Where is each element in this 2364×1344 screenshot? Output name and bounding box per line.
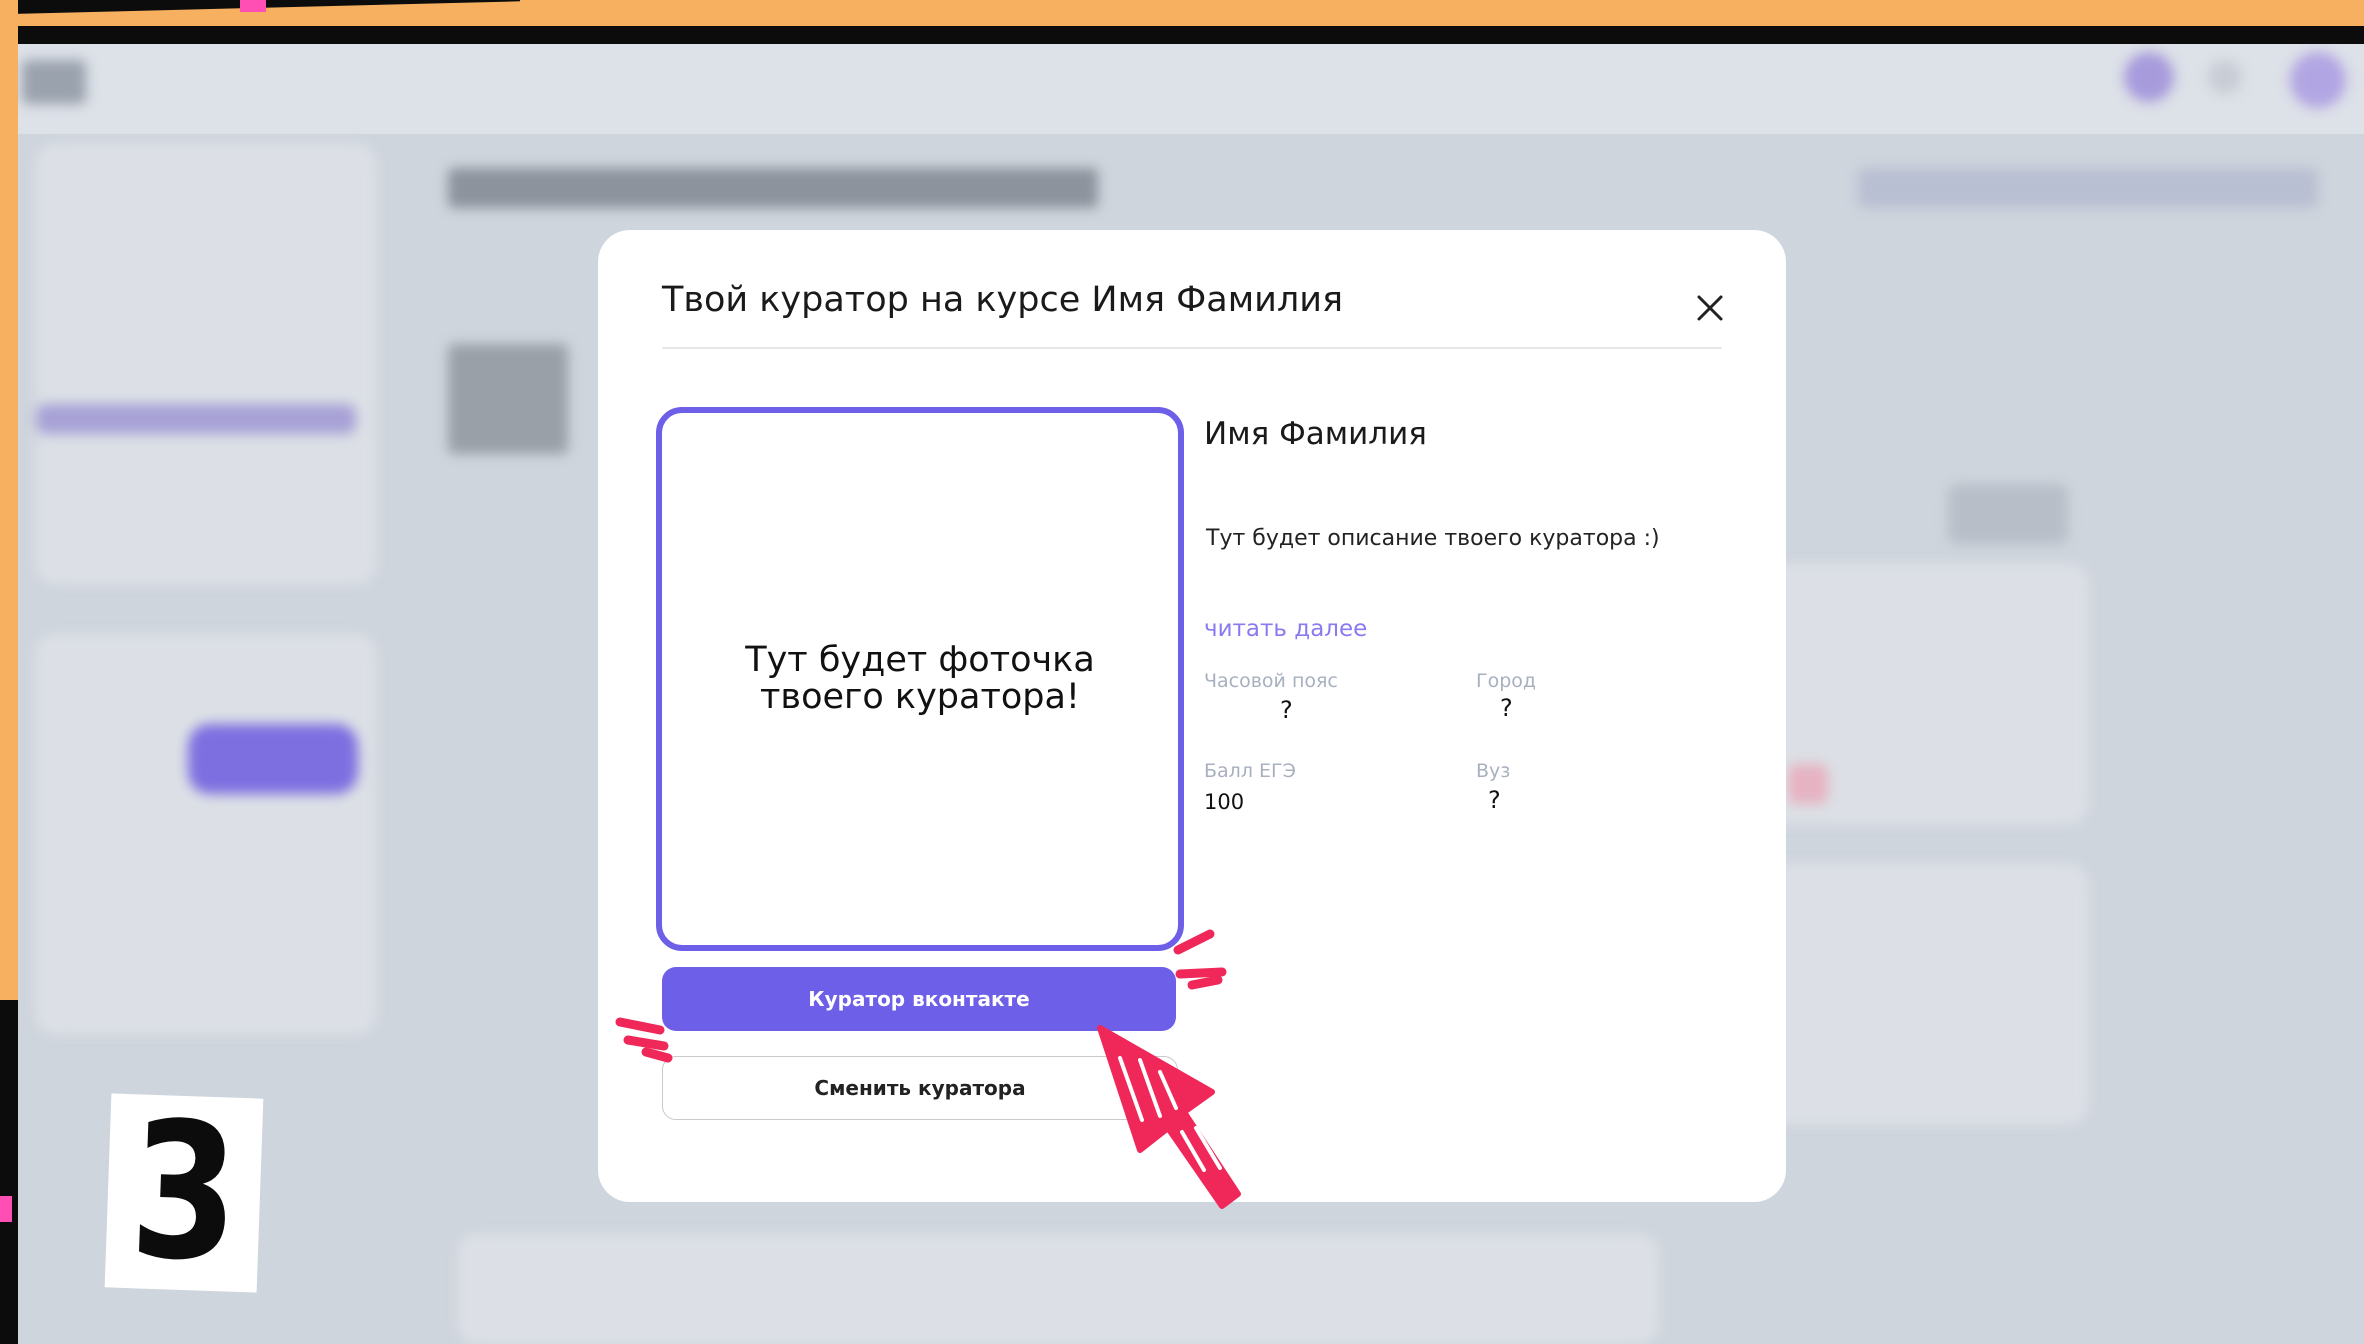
background-link	[1858, 168, 2318, 208]
background-heading	[448, 168, 1098, 208]
exam-score-value: 100	[1204, 790, 1245, 814]
change-curator-button[interactable]: Сменить куратора	[662, 1056, 1178, 1120]
background-button	[188, 724, 358, 794]
curator-description: Тут будет описание твоего куратора :)	[1206, 526, 1660, 551]
curator-name: Имя Фамилия	[1204, 416, 1427, 452]
background-chip	[1948, 484, 2068, 544]
background-tag	[1788, 764, 1828, 804]
frame-left-pink-accent	[0, 1196, 12, 1222]
background-avatar-2	[2290, 52, 2346, 108]
university-value: ?	[1488, 786, 1501, 814]
step-number: 3	[126, 1081, 242, 1304]
background-logo	[22, 60, 86, 104]
city-label: Город	[1476, 670, 1537, 692]
step-number-badge: 3	[104, 1081, 264, 1304]
background-image	[448, 344, 568, 454]
background-sidebar	[36, 144, 376, 584]
background-bottom-cards	[458, 1234, 1658, 1344]
university-label: Вуз	[1476, 760, 1511, 782]
frame-pink-accent	[240, 0, 266, 12]
read-more-link[interactable]: читать далее	[1204, 616, 1367, 642]
background-icon	[2208, 60, 2242, 94]
title-divider	[662, 347, 1722, 349]
timezone-label: Часовой пояс	[1204, 670, 1338, 692]
timezone-value: ?	[1280, 696, 1293, 724]
close-button[interactable]	[1690, 288, 1730, 328]
photo-placeholder-text: Тут будет фоточка твоего куратора!	[745, 640, 1095, 717]
frame-left-stripe	[0, 0, 18, 1000]
background-sidebar-active	[36, 404, 356, 434]
curator-vk-button[interactable]: Куратор вконтакте	[662, 967, 1176, 1031]
curator-photo-placeholder: Тут будет фоточка твоего куратора!	[656, 407, 1184, 951]
background-topbar	[18, 44, 2364, 134]
background-sidebar-card	[36, 634, 376, 1034]
exam-score-label: Балл ЕГЭ	[1204, 760, 1296, 782]
close-icon	[1697, 295, 1723, 321]
city-value: ?	[1500, 694, 1513, 722]
background-avatar	[2124, 52, 2174, 102]
curator-modal: Твой куратор на курсе Имя Фамилия Тут бу…	[598, 230, 1786, 1202]
background-card-2	[1758, 864, 2088, 1124]
modal-title: Твой куратор на курсе Имя Фамилия	[662, 280, 1344, 320]
